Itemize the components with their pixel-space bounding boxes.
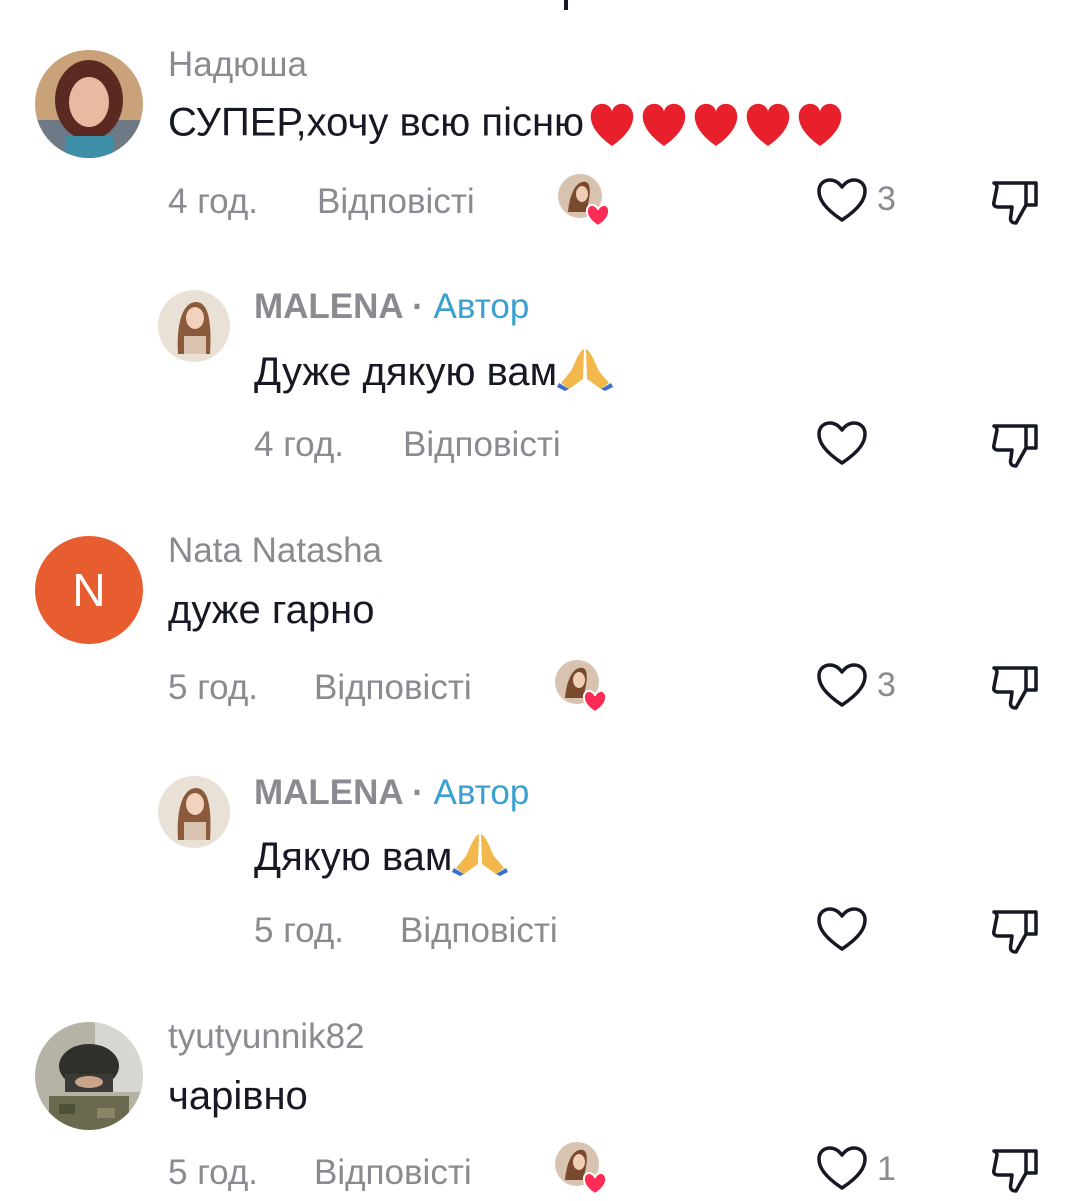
- author-badge: Автор: [433, 773, 530, 812]
- reply-button[interactable]: Відповісті: [314, 668, 472, 708]
- praying-hands-emoji: [452, 830, 509, 886]
- like-count: 1: [877, 1150, 896, 1188]
- red-heart-emoji: [586, 100, 850, 150]
- avatar[interactable]: N: [35, 536, 143, 644]
- comment-text: Дякую вам: [254, 830, 509, 886]
- comment-text-body: Дякую вам: [254, 835, 453, 879]
- creator-liked-badge-icon: [556, 172, 612, 228]
- comment-text-body: Дуже дякую вам: [254, 350, 558, 394]
- thumbs-down-icon[interactable]: [990, 177, 1040, 227]
- comment-time: 5 год.: [254, 911, 345, 950]
- separator-dot: ·: [412, 287, 424, 326]
- comment-time: 4 год.: [254, 425, 345, 464]
- thumbs-down-icon[interactable]: [990, 420, 1040, 470]
- heart-outline-icon[interactable]: [816, 660, 868, 712]
- reply-button[interactable]: Відповісті: [400, 911, 558, 951]
- avatar[interactable]: [35, 1022, 143, 1130]
- praying-hands-emoji: [557, 345, 614, 401]
- comment-username: MALENA · Автор: [254, 287, 529, 327]
- avatar-letter: N: [72, 564, 106, 616]
- comment-time: 4 год.: [168, 182, 259, 221]
- comment-text: дуже гарно: [168, 588, 375, 632]
- reply-button[interactable]: Відповісті: [314, 1153, 472, 1193]
- comment-time: 5 год.: [168, 668, 259, 707]
- creator-liked-badge-icon: [553, 658, 609, 714]
- heart-outline-icon[interactable]: [816, 175, 868, 227]
- reply-author-name[interactable]: MALENA: [254, 773, 402, 812]
- reply-button[interactable]: Відповісті: [403, 425, 561, 465]
- comment-time: 5 год.: [168, 1153, 259, 1192]
- separator-dot: ·: [412, 773, 424, 812]
- comment-username: MALENA · Автор: [254, 773, 529, 813]
- creator-liked-badge-icon: [553, 1140, 609, 1196]
- previous-content-fragment: [564, 0, 568, 10]
- thumbs-down-icon[interactable]: [990, 662, 1040, 712]
- avatar[interactable]: [158, 776, 230, 848]
- comment-text: Дуже дякую вам: [254, 345, 614, 401]
- like-count: 3: [877, 180, 896, 218]
- comment-text-body: СУПЕР,хочу всю пісню: [168, 100, 585, 145]
- comment-username[interactable]: Nata Natasha: [168, 531, 382, 571]
- thumbs-down-icon[interactable]: [990, 906, 1040, 956]
- heart-outline-icon[interactable]: [816, 1143, 868, 1195]
- thumbs-down-icon[interactable]: [990, 1145, 1040, 1195]
- avatar[interactable]: [35, 50, 143, 158]
- reply-button[interactable]: Відповісті: [317, 182, 475, 222]
- comment-text: СУПЕР,хочу всю пісню: [168, 100, 850, 150]
- comment-text: чарівно: [168, 1074, 308, 1118]
- comment-username[interactable]: tyutyunnik82: [168, 1017, 365, 1057]
- author-badge: Автор: [433, 287, 530, 326]
- comment-username[interactable]: Надюша: [168, 45, 307, 85]
- reply-author-name[interactable]: MALENA: [254, 287, 402, 326]
- like-count: 3: [877, 666, 896, 704]
- avatar[interactable]: [158, 290, 230, 362]
- heart-outline-icon[interactable]: [816, 904, 868, 956]
- heart-outline-icon[interactable]: [816, 418, 868, 470]
